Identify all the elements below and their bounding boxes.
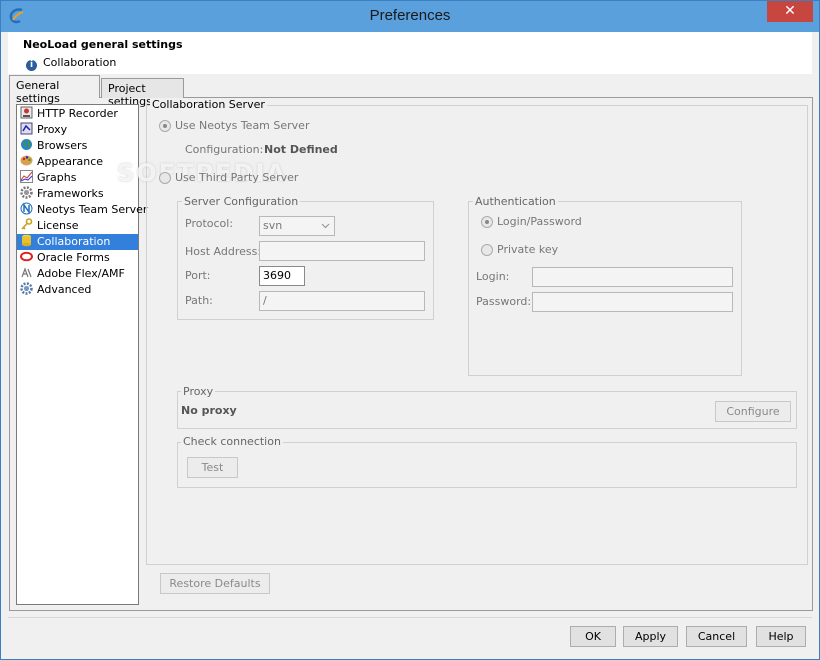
nav-item-label: Adobe Flex/AMF xyxy=(37,267,125,280)
restore-defaults-button[interactable]: Restore Defaults xyxy=(160,573,270,594)
nav-item-advanced[interactable]: Advanced xyxy=(17,282,138,298)
palette-icon xyxy=(20,155,33,166)
private-key-radio[interactable] xyxy=(481,244,493,256)
nav-item-adobe-flex-amf[interactable]: Adobe Flex/AMF xyxy=(17,266,138,282)
oracle-icon xyxy=(20,251,33,262)
nav-item-license[interactable]: License xyxy=(17,218,138,234)
collaboration-server-title: Collaboration Server xyxy=(150,98,267,111)
apply-button[interactable]: Apply xyxy=(623,626,678,647)
use-neotys-team-server-radio[interactable] xyxy=(159,120,171,132)
nav-item-label: Frameworks xyxy=(37,187,104,200)
proxy-group xyxy=(177,391,797,429)
chevron-down-icon xyxy=(321,223,330,229)
configuration-label: Configuration: xyxy=(185,143,264,156)
login-input[interactable] xyxy=(532,267,733,287)
preferences-window: Preferences ✕ NeoLoad general settings i… xyxy=(0,0,820,660)
login-password-label: Login/Password xyxy=(497,215,582,228)
host-address-input[interactable] xyxy=(259,241,425,261)
cancel-button[interactable]: Cancel xyxy=(686,626,747,647)
nav-item-label: License xyxy=(37,219,79,232)
close-icon: ✕ xyxy=(784,3,796,19)
nav-item-collaboration[interactable]: Collaboration xyxy=(17,234,138,250)
graph-icon xyxy=(20,170,33,183)
proxy-icon xyxy=(20,122,33,135)
test-connection-button[interactable]: Test xyxy=(187,457,238,478)
nav-item-label: Proxy xyxy=(37,123,68,136)
info-icon: i xyxy=(26,60,37,71)
configure-proxy-button[interactable]: Configure xyxy=(715,401,791,422)
title-bar[interactable]: Preferences ✕ xyxy=(1,1,819,32)
tab-project-settings[interactable]: Project settings xyxy=(101,78,184,108)
proxy-title: Proxy xyxy=(181,385,216,398)
authentication-title: Authentication xyxy=(473,195,558,208)
password-input[interactable] xyxy=(532,292,733,312)
nav-item-frameworks[interactable]: Frameworks xyxy=(17,186,138,202)
check-connection-title: Check connection xyxy=(181,435,283,448)
protocol-value: svn xyxy=(263,219,283,232)
nav-item-label: Oracle Forms xyxy=(37,251,110,264)
use-third-party-server-label: Use Third Party Server xyxy=(175,171,299,184)
nav-item-label: Appearance xyxy=(37,155,104,168)
nav-item-label: Neotys Team Server xyxy=(37,203,148,216)
nav-item-label: Browsers xyxy=(37,139,88,152)
nav-item-proxy[interactable]: Proxy xyxy=(17,122,138,138)
proxy-value: No proxy xyxy=(181,404,237,417)
recorder-icon xyxy=(20,106,33,119)
key-icon xyxy=(21,218,33,230)
nav-item-label: Collaboration xyxy=(37,235,111,248)
gear-icon xyxy=(20,282,33,295)
header-subtitle: i Collaboration xyxy=(26,56,116,71)
header-panel: NeoLoad general settings i Collaboration xyxy=(8,32,812,74)
help-button[interactable]: Help xyxy=(756,626,806,647)
header-subtitle-text: Collaboration xyxy=(43,56,117,69)
login-password-radio[interactable] xyxy=(481,216,493,228)
nav-item-label: Graphs xyxy=(37,171,77,184)
close-button[interactable]: ✕ xyxy=(767,1,813,22)
nav-item-label: Advanced xyxy=(37,283,92,296)
nav-item-http-recorder[interactable]: HTTP Recorder xyxy=(17,106,138,122)
globe-icon xyxy=(21,139,32,150)
path-label: Path: xyxy=(185,294,213,307)
server-configuration-title: Server Configuration xyxy=(182,195,301,208)
nav-item-browsers[interactable]: Browsers xyxy=(17,138,138,154)
check-connection-group xyxy=(177,442,797,488)
header-title: NeoLoad general settings xyxy=(23,38,183,51)
use-neotys-team-server-label: Use Neotys Team Server xyxy=(175,119,310,132)
password-label: Password: xyxy=(476,295,532,308)
nav-item-oracle-forms[interactable]: Oracle Forms xyxy=(17,250,138,266)
protocol-select[interactable]: svn xyxy=(259,216,335,236)
dialog-button-bar: OK Apply Cancel Help xyxy=(1,618,819,659)
host-address-label: Host Address: xyxy=(185,245,262,258)
window-title: Preferences xyxy=(369,7,451,24)
nav-item-label: HTTP Recorder xyxy=(37,107,118,120)
login-label: Login: xyxy=(476,270,510,283)
path-input[interactable]: / xyxy=(259,291,425,311)
port-label: Port: xyxy=(185,269,211,282)
database-icon xyxy=(22,234,31,247)
gear-icon xyxy=(20,186,33,199)
ok-button[interactable]: OK xyxy=(570,626,616,647)
protocol-label: Protocol: xyxy=(185,217,234,230)
use-third-party-server-radio[interactable] xyxy=(159,172,171,184)
private-key-label: Private key xyxy=(497,243,559,256)
port-input[interactable]: 3690 xyxy=(259,266,305,286)
nav-item-neotys-team-server[interactable]: Neotys Team Server xyxy=(17,202,147,218)
tab-general-settings[interactable]: General settings xyxy=(9,75,100,105)
neotys-icon xyxy=(20,202,33,215)
configuration-value: Not Defined xyxy=(264,143,338,156)
flex-icon xyxy=(21,267,32,278)
